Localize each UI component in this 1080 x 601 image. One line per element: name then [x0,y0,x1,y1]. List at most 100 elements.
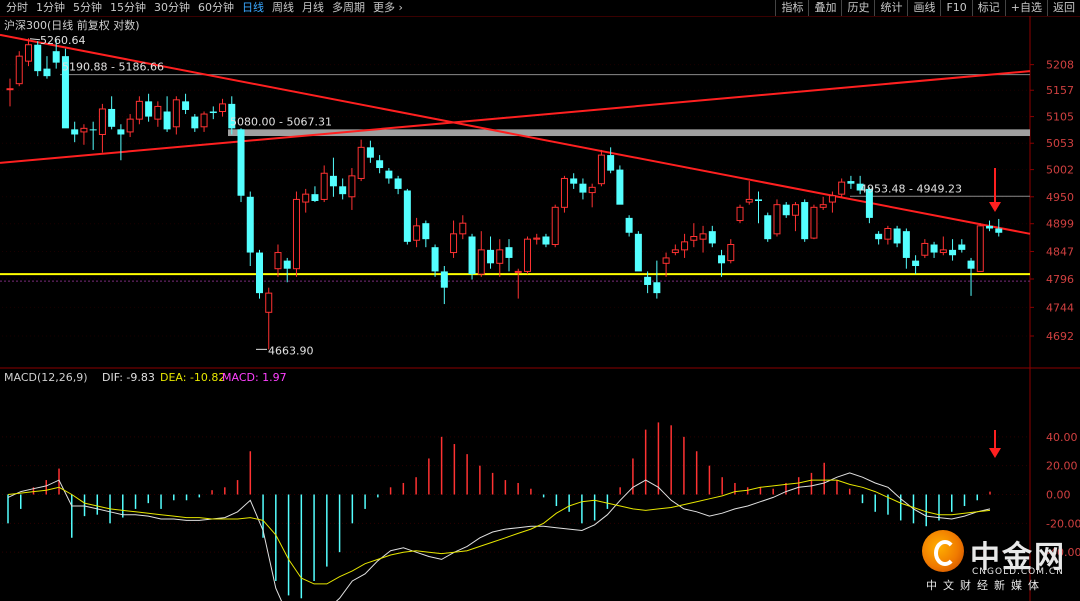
candle-75 [699,225,707,253]
tool-button-5[interactable]: F10 [940,0,971,16]
candle-97 [902,228,910,269]
candle-body-10 [98,108,106,135]
watermark: 中金网 CNGOLD.COM.CN 中文财经新媒体 [918,526,1078,594]
period-tab-7[interactable]: 周线 [268,0,298,16]
candle-19 [182,93,190,115]
candle-body-41 [385,170,393,179]
tool-button-8[interactable]: 返回 [1047,0,1080,16]
tool-button-4[interactable]: 画线 [907,0,940,16]
candle-65 [607,147,615,174]
range-label-0: 5190.88 - 5186.66 [62,61,164,74]
candle-body-33 [311,194,319,201]
tool-button-2[interactable]: 历史 [841,0,874,16]
candle-46 [431,244,439,277]
candle-88 [819,196,827,210]
candle-body-104 [967,260,975,269]
period-tab-9[interactable]: 多周期 [328,0,369,16]
candle-100 [930,241,938,258]
candle-body-58 [542,236,550,245]
candle-body-66 [616,169,624,205]
tool-button-0[interactable]: 指标 [775,0,808,16]
candle-body-54 [505,247,513,258]
macd-dif-value: DIF: -9.83 [102,371,155,384]
candle-body-36 [339,186,347,195]
candle-body-37 [348,175,356,198]
candle-body-102 [949,249,957,256]
candle-101 [939,236,947,256]
candle-body-55 [514,270,522,273]
candle-body-77 [718,255,726,264]
candle-84 [782,202,790,218]
tool-button-7[interactable]: +自选 [1004,0,1047,16]
candle-1 [15,51,23,87]
period-tab-2[interactable]: 5分钟 [69,0,106,16]
period-tab-4[interactable]: 30分钟 [150,0,194,16]
candle-body-68 [634,233,642,272]
period-tab-10[interactable]: 更多 › [369,0,407,16]
period-tab-0[interactable]: 分时 [2,0,32,16]
tool-button-1[interactable]: 叠加 [808,0,841,16]
candle-body-86 [801,202,809,240]
main-tick-label-6: 4899 [1046,218,1074,231]
candle-body-100 [930,244,938,253]
candle-body-28 [265,292,273,313]
candle-body-64 [597,154,605,185]
candle-body-91 [847,181,855,184]
candle-41 [385,168,393,184]
candle-body-8 [80,127,88,133]
candle-body-52 [487,249,495,264]
candle-body-45 [422,223,430,240]
period-tab-6[interactable]: 日线 [238,0,268,16]
candle-39 [366,140,374,163]
candle-82 [764,212,772,242]
candle-79 [736,204,744,224]
candle-body-53 [496,249,504,264]
period-tab-5[interactable]: 60分钟 [194,0,238,16]
candle-body-48 [450,233,458,254]
candle-body-69 [644,276,652,285]
macd-arrow-icon-head [989,448,1001,458]
candle-body-21 [200,113,208,128]
candle-body-3 [34,44,42,72]
candle-52 [487,236,495,269]
candle-body-61 [570,178,578,184]
candle-body-38 [357,146,365,179]
candle-76 [708,225,716,248]
candle-body-74 [690,235,698,241]
candle-body-107 [995,228,1003,233]
candle-body-65 [607,155,615,171]
candle-body-90 [838,181,846,195]
candle-42 [394,175,402,195]
candle-body-71 [662,257,670,264]
candle-59 [551,204,559,248]
main-tick-label-5: 4950 [1046,191,1074,204]
tool-button-3[interactable]: 统计 [874,0,907,16]
candle-body-46 [431,247,439,272]
candle-37 [348,168,356,210]
candle-body-84 [782,204,790,216]
candle-body-96 [893,228,901,244]
candle-body-23 [219,103,227,112]
candle-40 [376,155,384,174]
candle-16 [154,101,162,127]
cngold-logo-icon [922,530,964,572]
macd-hist-value: MACD: 1.97 [222,371,287,384]
candle-67 [625,215,633,237]
main-tick-label-4: 5002 [1046,164,1074,177]
candle-body-1 [15,55,23,85]
dif-line [7,472,991,601]
period-tab-8[interactable]: 月线 [298,0,328,16]
candle-body-50 [468,236,476,275]
candle-53 [496,239,504,277]
candle-body-63 [588,186,596,194]
tool-button-6[interactable]: 标记 [971,0,1005,16]
kline-chart[interactable]: 5208 5157 5105 5053 5002 4950 4899 4847 4796 4744… [0,16,1080,601]
candle-body-32 [302,193,310,203]
macd-tick-label-2: 0.00 [1046,489,1071,502]
candle-56 [523,236,531,275]
candle-body-12 [117,129,125,135]
period-tab-3[interactable]: 15分钟 [106,0,150,16]
candle-body-94 [875,233,883,240]
main-tick-label-9: 4744 [1046,301,1074,314]
period-tab-1[interactable]: 1分钟 [32,0,69,16]
